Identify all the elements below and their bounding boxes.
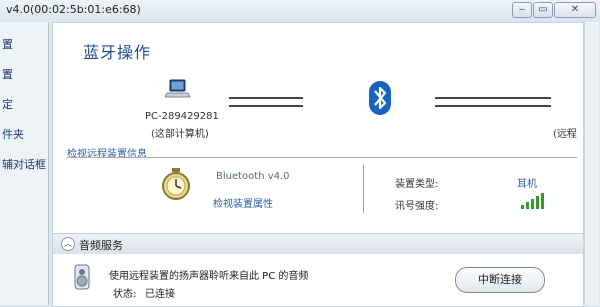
- sidebar-item-4[interactable]: 件夹: [2, 126, 24, 142]
- sidebar-item-5[interactable]: 辅对话框: [2, 156, 46, 172]
- vertical-divider: [363, 165, 364, 213]
- remote-device-subtitle: (远程: [553, 129, 577, 140]
- vertical-scrollbar[interactable]: [584, 22, 599, 305]
- main-panel: 蓝牙操作 PC-289429281 (这部计算机) (远程 检视远程装置信息 B…: [52, 22, 584, 307]
- status-label: 状态:: [113, 289, 137, 300]
- page-title: 蓝牙操作: [83, 43, 152, 62]
- sidebar-item-3[interactable]: 定: [2, 96, 13, 112]
- device-type-value: 耳机: [517, 179, 537, 190]
- local-device-subtitle: (这部计算机): [151, 129, 209, 140]
- minimize-button[interactable]: ‒: [512, 2, 532, 18]
- sidebar: 置 置 定 件夹 辅对话框: [0, 22, 49, 305]
- disconnect-button[interactable]: 中断连接: [455, 267, 545, 293]
- signal-strength-icon: [521, 193, 544, 209]
- sidebar-item-2[interactable]: 置: [2, 66, 13, 82]
- connection-line-right: [435, 97, 551, 107]
- status-value: 已连接: [145, 289, 175, 300]
- view-device-properties-link[interactable]: 检视装置属性: [213, 195, 273, 210]
- close-icon: ✕: [570, 4, 580, 15]
- section-divider: [67, 157, 577, 158]
- audio-service-title: 音频服务: [79, 239, 123, 252]
- bluetooth-icon: [369, 81, 391, 115]
- audio-service-header[interactable]: ︿ 音频服务: [53, 233, 583, 254]
- window-title: v4.0(00:02:5b:01:e6:68): [6, 3, 141, 16]
- signal-strength-label: 讯号强度:: [395, 201, 439, 212]
- laptop-icon: [165, 79, 191, 98]
- close-button[interactable]: ✕: [554, 2, 596, 18]
- bluetooth-version: Bluetooth v4.0: [216, 171, 290, 182]
- restore-button[interactable]: ▭: [533, 2, 553, 18]
- speaker-icon: [74, 264, 90, 290]
- device-type-label: 装置类型:: [395, 179, 439, 190]
- stopwatch-icon: [162, 168, 190, 200]
- title-bar: v4.0(00:02:5b:01:e6:68) ‒ ▭ ✕: [0, 0, 600, 22]
- local-device-name: PC-289429281: [145, 111, 219, 122]
- connection-line-left: [229, 97, 303, 107]
- collapse-chevron-icon[interactable]: ︿: [61, 237, 75, 251]
- audio-service-description: 使用远程装置的扬声器聆听来自此 PC 的音频: [109, 271, 309, 282]
- sidebar-item-1[interactable]: 置: [2, 36, 13, 52]
